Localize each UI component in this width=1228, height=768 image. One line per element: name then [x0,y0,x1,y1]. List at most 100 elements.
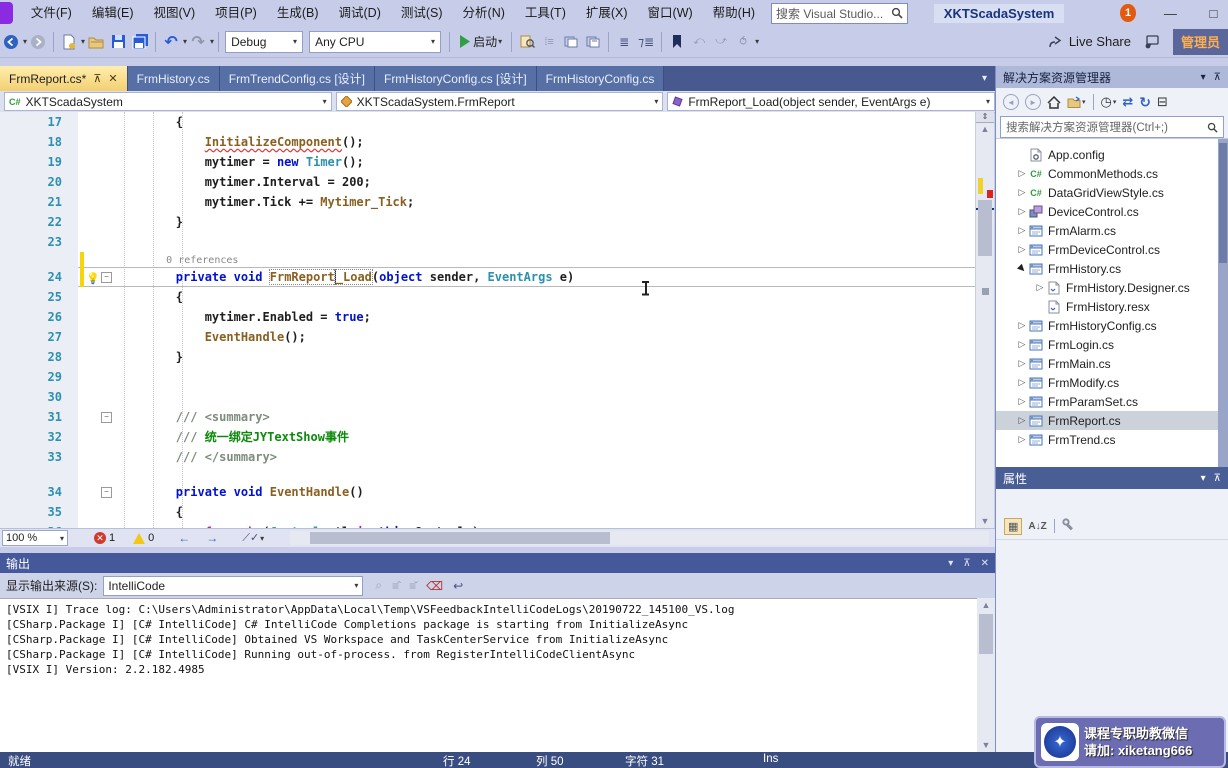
code-text[interactable]: private void EventHandle() [118,482,975,502]
home-icon[interactable] [1047,95,1061,109]
solution-platform-select[interactable]: Any CPU ▾ [309,30,442,53]
collapse-region-box[interactable]: − [101,272,112,283]
error-count[interactable]: 1 [109,532,115,544]
alphabetical-sort-icon[interactable]: A↓Z [1028,521,1046,532]
navigate-back-arrow-icon[interactable]: ← [178,531,190,545]
output-scroll-down-arrow[interactable]: ▼ [977,738,995,752]
next-bookmark-icon[interactable]: ⤻ [711,31,731,53]
code-text[interactable]: { [118,287,975,307]
tree-item-FrmDeviceControl-cs[interactable]: ▷ FrmDeviceControl.cs [996,240,1228,259]
outline-commands-icon[interactable]: ⁞≡ [539,31,559,53]
code-line-28[interactable]: 28 } [0,347,975,367]
member-dropdown[interactable]: FrmReport_Load(object sender, EventArgs … [667,92,996,111]
document-tab-3[interactable]: FrmTrendConfig.cs [设计] [219,66,375,91]
collapse-region-box[interactable]: − [101,487,112,498]
code-line-23[interactable]: 23 [0,232,975,252]
code-text[interactable]: InitializeComponent(); [118,132,975,152]
code-text[interactable]: mytimer.Interval = 200; [118,172,975,192]
properties-header[interactable]: 属性 ▾ ⊼ [996,467,1228,489]
code-line-17[interactable]: 17 { [0,112,975,132]
navigate-backward-dropdown[interactable]: ▾ [23,37,27,46]
tab-list-chevron-icon[interactable]: ▾ [982,73,995,84]
quick-search-box[interactable]: 搜索 Visual Studio... [771,2,908,24]
menu-item-4[interactable]: 项目(P) [205,0,267,26]
feedback-icon[interactable] [1142,31,1162,53]
close-icon[interactable]: ✕ [108,72,117,85]
notification-badge[interactable]: 1 [1120,4,1136,22]
code-text[interactable]: { [118,112,975,132]
code-line-21[interactable]: 21 mytimer.Tick += Mytimer_Tick; [0,192,975,212]
code-line-34[interactable]: 34 − private void EventHandle() [0,482,975,502]
code-cleanup-icon[interactable]: ⟋✓ [242,531,259,545]
tree-item-FrmTrend-cs[interactable]: ▷ FrmTrend.cs [996,430,1228,449]
code-line-29[interactable]: 29 [0,367,975,387]
find-in-files-icon[interactable] [517,31,537,53]
code-line-35[interactable]: 35 { [0,502,975,522]
collapsed-arrow-icon[interactable]: ▷ [1016,396,1028,407]
collapse-all-icon[interactable]: ⊟ [1157,94,1168,110]
increase-indent-icon[interactable]: ⁊≣ [636,31,656,53]
code-text[interactable]: 0 references [118,252,975,267]
tree-item-FrmMain-cs[interactable]: ▷ FrmMain.cs [996,354,1228,373]
output-scrollbar-thumb[interactable] [979,614,993,654]
collapsed-arrow-icon[interactable]: ▷ [1016,339,1028,350]
window-layout-icon[interactable] [583,31,603,53]
close-icon[interactable]: ✕ [981,558,989,569]
collapsed-arrow-icon[interactable]: ▷ [1016,434,1028,445]
undo-dropdown[interactable]: ▾ [183,37,187,46]
menu-item-3[interactable]: 视图(V) [143,0,205,26]
tree-item-FrmHistoryConfig-cs[interactable]: ▷ FrmHistoryConfig.cs [996,316,1228,335]
collapsed-arrow-icon[interactable]: ▷ [1016,358,1028,369]
start-debugging-button[interactable]: 启动 ▾ [454,31,507,53]
code-line-20[interactable]: 20 mytimer.Interval = 200; [0,172,975,192]
word-wrap-icon[interactable]: ↩ [453,579,463,593]
collapsed-arrow-icon[interactable]: ▷ [1016,225,1028,236]
output-source-select[interactable]: IntelliCode ▾ [103,575,364,596]
tree-item-FrmParamSet-cs[interactable]: ▷ FrmParamSet.cs [996,392,1228,411]
menu-item-9[interactable]: 工具(T) [515,0,576,26]
tree-item-CommonMethods-cs[interactable]: ▷ C# CommonMethods.cs [996,164,1228,183]
window-position-chevron-icon[interactable]: ▾ [948,558,953,569]
toolbar-overflow-chevron[interactable]: ▾ [755,37,759,46]
pending-changes-filter-icon[interactable]: ◷ ▾ [1101,94,1117,110]
categorized-view-icon[interactable]: ▦ [1004,517,1023,535]
code-text[interactable]: /// <summary> [118,407,975,427]
code-line-27[interactable]: 27 EventHandle(); [0,327,975,347]
scroll-down-arrow[interactable]: ▼ [976,514,994,528]
tree-item-DataGridViewStyle-cs[interactable]: ▷ C# DataGridViewStyle.cs [996,183,1228,202]
collapsed-arrow-icon[interactable]: ▷ [1016,377,1028,388]
document-tab-2[interactable]: FrmHistory.cs [127,66,220,91]
pin-icon[interactable]: ⊼ [1214,72,1221,83]
clear-all-icon[interactable]: ⌫ [426,579,443,593]
tree-item-App-config[interactable]: App.config [996,145,1228,164]
collapse-region-box[interactable]: − [101,412,112,423]
editor-vertical-scrollbar[interactable]: ⇕ ▲ ▼ [975,112,994,528]
navigate-forward-icon[interactable] [28,31,48,53]
live-share-icon[interactable] [1046,31,1066,53]
code-line-lens[interactable]: 0 references [0,252,975,267]
se-scrollbar[interactable] [1218,139,1228,467]
code-text[interactable]: } [118,347,975,367]
code-line-25[interactable]: 25 { [0,287,975,307]
output-scroll-up-arrow[interactable]: ▲ [977,598,995,612]
menu-item-10[interactable]: 扩展(X) [576,0,638,26]
code-text[interactable]: /// </summary> [118,447,975,467]
menu-item-7[interactable]: 测试(S) [391,0,453,26]
code-line-31[interactable]: 31 − /// <summary> [0,407,975,427]
output-scrollbar[interactable]: ▲ ▼ [977,598,995,752]
navigate-backward-icon[interactable] [1,31,21,53]
code-editor[interactable]: 17 {18 InitializeComponent(); 19 mytimer … [0,112,975,528]
code-text[interactable]: /// 统一绑定JYTextShow事件 [118,427,975,447]
code-text[interactable]: mytimer.Enabled = true; [118,307,975,327]
code-text[interactable] [118,387,975,407]
open-file-icon[interactable] [86,31,106,53]
editor-zoom-select[interactable]: 100 % ▾ [2,530,68,546]
solution-explorer-search-box[interactable]: 搜索解决方案资源管理器(Ctrl+;) [1000,116,1224,138]
menu-item-12[interactable]: 帮助(H) [703,0,765,26]
tree-item-DeviceControl-cs[interactable]: ▷ DeviceControl.cs [996,202,1228,221]
menu-item-1[interactable]: 文件(F) [21,0,82,26]
scrollbar-thumb[interactable] [978,200,992,256]
live-share-label[interactable]: Live Share [1069,34,1131,49]
collapsed-arrow-icon[interactable]: ▷ [1016,320,1028,331]
property-pages-icon[interactable] [1062,518,1075,534]
